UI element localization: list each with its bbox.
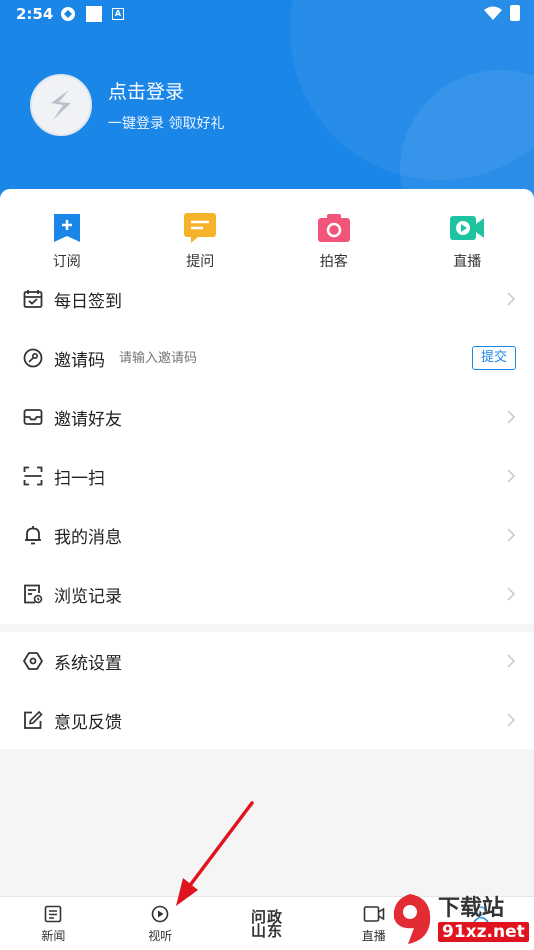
menu-label: 邀请码 — [54, 350, 105, 371]
quick-action-label: 提问 — [186, 254, 215, 270]
menu-item-settings[interactable]: 系统设置 — [0, 632, 534, 690]
key-icon — [23, 348, 43, 368]
submit-button[interactable]: 提交 — [471, 346, 516, 370]
menu-label: 意见反馈 — [54, 712, 122, 733]
play-circle-icon — [151, 905, 169, 923]
news-icon — [45, 905, 62, 923]
lightning-logo-icon — [51, 90, 71, 120]
login-subtitle: 一键登录 领取好礼 — [108, 116, 225, 132]
menu-label: 系统设置 — [54, 653, 122, 674]
quick-action-label: 直播 — [453, 254, 482, 270]
menu-item-scan[interactable]: 扫一扫 — [0, 447, 534, 505]
subscribe-icon — [53, 214, 80, 242]
quick-action-label: 拍客 — [319, 254, 348, 270]
watermark-brand: 下载站 — [438, 896, 505, 921]
nav-label: 新闻 — [41, 929, 66, 943]
square-icon — [86, 6, 102, 22]
settings-icon — [23, 652, 43, 670]
menu-label: 扫一扫 — [54, 468, 105, 489]
menu-item-checkin[interactable]: 每日签到 — [0, 270, 534, 328]
sync-icon — [61, 7, 75, 21]
chevron-right-icon — [507, 528, 516, 542]
wifi-icon — [484, 6, 502, 20]
avatar[interactable] — [30, 74, 92, 136]
chevron-right-icon — [507, 713, 516, 727]
menu-item-feedback[interactable]: 意见反馈 — [0, 691, 534, 749]
quick-action-subscribe[interactable]: 订阅 — [0, 211, 134, 271]
history-icon — [24, 584, 43, 604]
status-system — [484, 5, 520, 21]
chevron-right-icon — [507, 654, 516, 668]
notification-a-icon: A — [112, 8, 124, 20]
wenzheng-logo: 问政 山东 — [250, 907, 283, 940]
camera-icon — [317, 214, 350, 242]
chevron-right-icon — [507, 587, 516, 601]
quick-action-live[interactable]: 直播 — [401, 211, 534, 271]
nav-watch[interactable]: 视听 — [107, 897, 214, 950]
quick-action-camera[interactable]: 拍客 — [267, 211, 401, 271]
invite-code-input[interactable] — [119, 350, 419, 366]
nav-news[interactable]: 新闻 — [0, 897, 107, 950]
menu-label: 每日签到 — [54, 291, 122, 312]
menu-item-invite-code: 邀请码 提交 — [0, 329, 534, 387]
nav-label: 视听 — [148, 929, 173, 943]
login-title[interactable]: 点击登录 — [108, 77, 224, 104]
menu-label: 浏览记录 — [54, 586, 122, 607]
chevron-right-icon — [507, 292, 516, 306]
chevron-right-icon — [507, 410, 516, 424]
status-time: 2:54 — [16, 5, 54, 23]
menu-label: 我的消息 — [54, 527, 122, 548]
nav-wenzheng[interactable]: 问政 山东 — [214, 897, 321, 950]
edit-icon — [24, 710, 43, 729]
live-icon — [450, 216, 485, 240]
status-bar: 2:54 A — [0, 0, 534, 30]
watermark-domain: 91xz.net — [438, 922, 529, 942]
menu-label: 邀请好友 — [54, 409, 122, 430]
menu-item-history[interactable]: 浏览记录 — [0, 565, 534, 623]
status-notifications: A — [60, 6, 124, 22]
quick-action-question[interactable]: 提问 — [134, 211, 268, 271]
inbox-icon — [23, 409, 43, 425]
watermark-logo-icon — [393, 894, 431, 944]
quick-actions: 订阅 提问 拍客 直播 — [0, 211, 534, 271]
profile-login[interactable]: 点击登录 一键登录 领取好礼 — [30, 74, 224, 136]
bell-icon — [25, 526, 41, 545]
chevron-right-icon — [507, 469, 516, 483]
battery-icon — [510, 5, 520, 21]
menu-item-messages[interactable]: 我的消息 — [0, 506, 534, 564]
menu-item-invite-friends[interactable]: 邀请好友 — [0, 388, 534, 446]
calendar-icon — [23, 290, 43, 308]
scan-icon — [23, 466, 43, 486]
quick-action-label: 订阅 — [52, 254, 81, 270]
question-icon — [184, 213, 217, 243]
watermark: 下载站 91xz.net — [380, 888, 530, 948]
